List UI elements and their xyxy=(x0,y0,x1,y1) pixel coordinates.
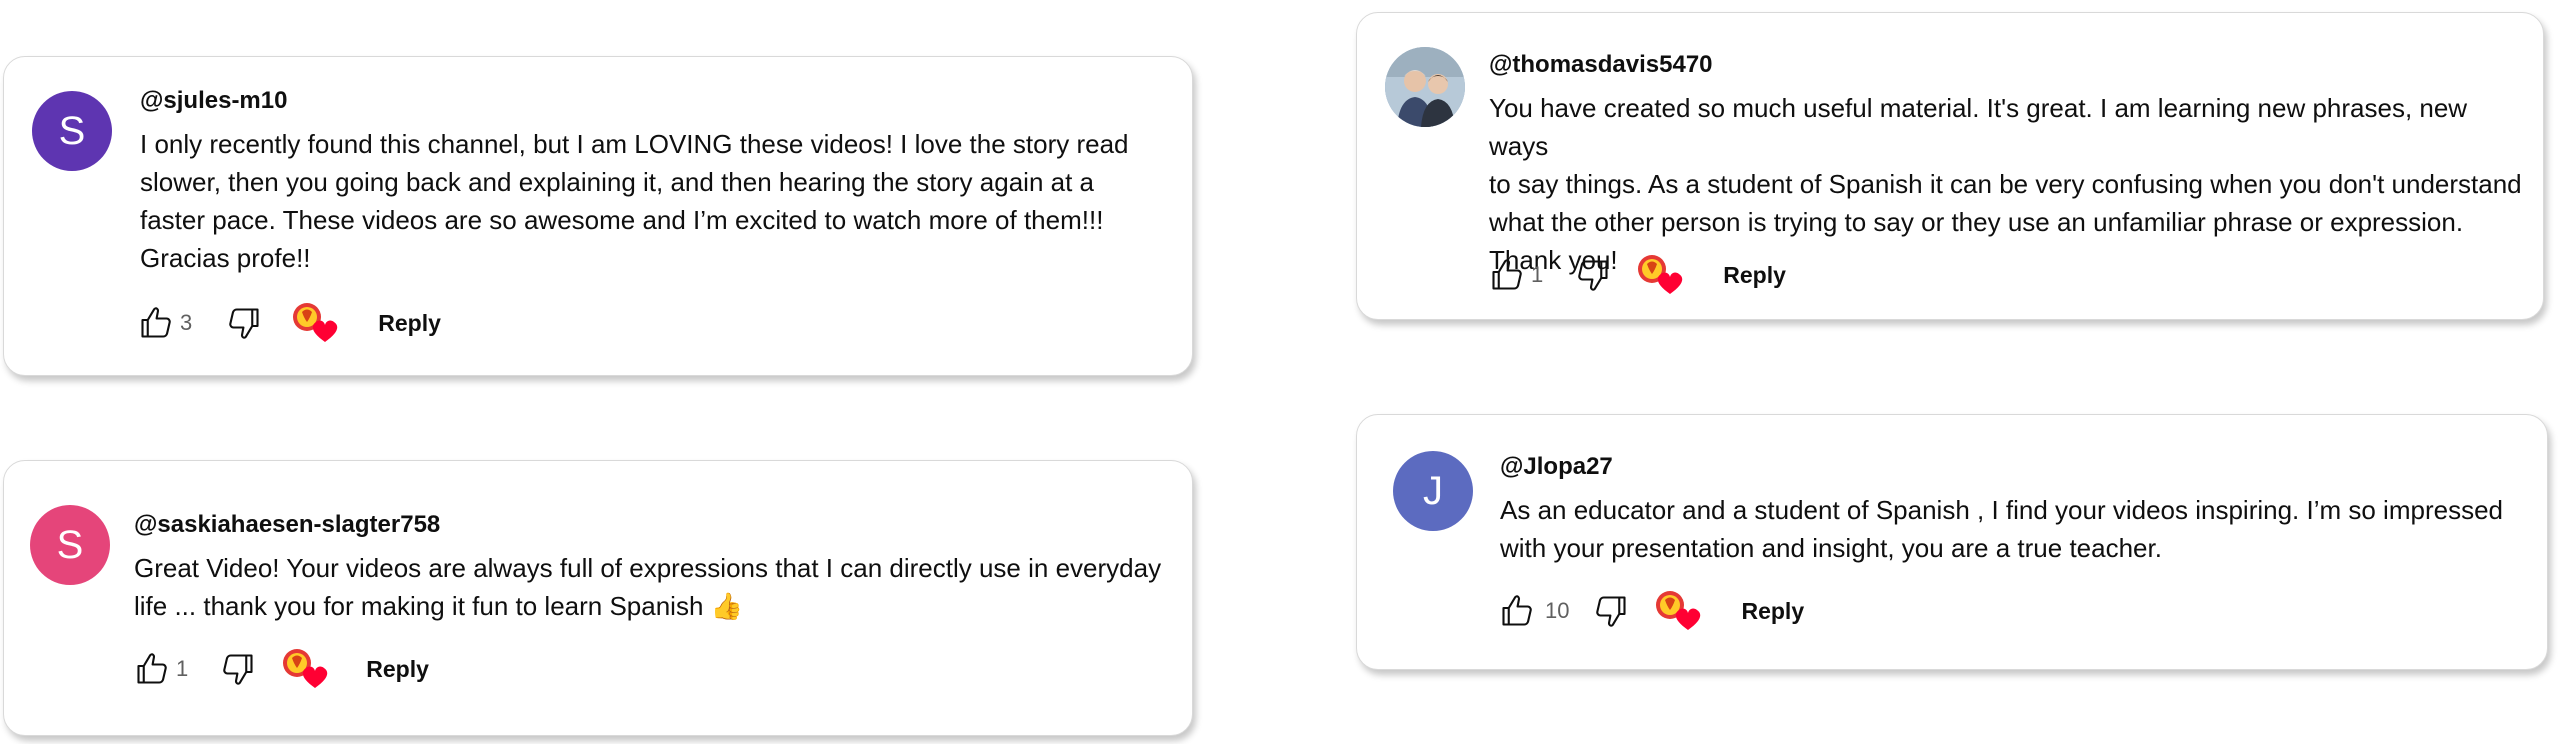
comment-card: J @Jlopa27 As an educator and a student … xyxy=(1356,414,2548,670)
reply-button[interactable]: Reply xyxy=(378,310,441,337)
like-icon[interactable] xyxy=(1485,255,1529,295)
comment-author[interactable]: @thomasdavis5470 xyxy=(1489,51,1713,79)
comment-line: faster pace. These videos are so awesome… xyxy=(140,205,1104,235)
comment-line: to say things. As a student of Spanish i… xyxy=(1489,169,2522,199)
comment-author[interactable]: @sjules-m10 xyxy=(140,87,287,115)
reply-button[interactable]: Reply xyxy=(1741,598,1804,625)
comment-actions: 10 Reply xyxy=(1495,591,1804,631)
avatar[interactable]: S xyxy=(32,91,112,171)
comment-text: I only recently found this channel, but … xyxy=(140,125,1180,277)
reply-button[interactable]: Reply xyxy=(366,656,429,683)
creator-heart-icon xyxy=(282,648,328,690)
comment-author[interactable]: @Jlopa27 xyxy=(1500,453,1613,481)
comment-line: life ... thank you for making it fun to … xyxy=(134,587,1184,625)
like-count: 1 xyxy=(176,656,189,681)
comment-line: what the other person is trying to say o… xyxy=(1489,207,2464,237)
comment-line-text: life ... thank you for making it fun to … xyxy=(134,591,704,621)
like-count: 1 xyxy=(1531,262,1544,287)
comment-actions: 1 Reply xyxy=(130,649,429,689)
like-icon[interactable] xyxy=(1495,591,1539,631)
like-count: 10 xyxy=(1545,598,1570,623)
like-count: 3 xyxy=(180,310,193,335)
comment-text: As an educator and a student of Spanish … xyxy=(1500,491,2540,567)
like-icon[interactable] xyxy=(134,303,178,343)
comment-card: S @saskiahaesen-slagter758 Great Video! … xyxy=(3,460,1193,736)
dislike-icon[interactable] xyxy=(222,303,266,343)
like-icon[interactable] xyxy=(130,649,174,689)
dislike-icon[interactable] xyxy=(216,649,260,689)
comment-line: As an educator and a student of Spanish … xyxy=(1500,495,2503,525)
dislike-icon[interactable] xyxy=(1571,255,1615,295)
comment-line: Gracias profe!! xyxy=(140,243,311,273)
comment-line: I only recently found this channel, but … xyxy=(140,129,1129,159)
comment-card: S @sjules-m10 I only recently found this… xyxy=(3,56,1193,376)
comment-text: You have created so much useful material… xyxy=(1489,89,2529,279)
comment-text: Great Video! Your videos are always full… xyxy=(134,549,1184,625)
comment-line: Great Video! Your videos are always full… xyxy=(134,553,1162,583)
avatar[interactable] xyxy=(1385,47,1465,127)
creator-heart-icon xyxy=(292,302,338,344)
thumbs-up-emoji: 👍 xyxy=(710,591,744,621)
comment-line: You have created so much useful material… xyxy=(1489,93,2468,161)
reply-button[interactable]: Reply xyxy=(1723,262,1786,289)
comment-author[interactable]: @saskiahaesen-slagter758 xyxy=(134,511,440,539)
creator-heart-icon xyxy=(1655,590,1701,632)
comment-actions: 3 Reply xyxy=(134,303,441,343)
creator-heart-icon xyxy=(1637,254,1683,296)
avatar[interactable]: S xyxy=(30,505,110,585)
comment-line: with your presentation and insight, you … xyxy=(1500,533,2162,563)
comment-actions: 1 Reply xyxy=(1485,255,1786,295)
comment-line: slower, then you going back and explaini… xyxy=(140,167,1094,197)
comment-card: @thomasdavis5470 You have created so muc… xyxy=(1356,12,2544,320)
photo-avatar-icon xyxy=(1385,47,1465,127)
avatar[interactable]: J xyxy=(1393,451,1473,531)
dislike-icon[interactable] xyxy=(1589,591,1633,631)
